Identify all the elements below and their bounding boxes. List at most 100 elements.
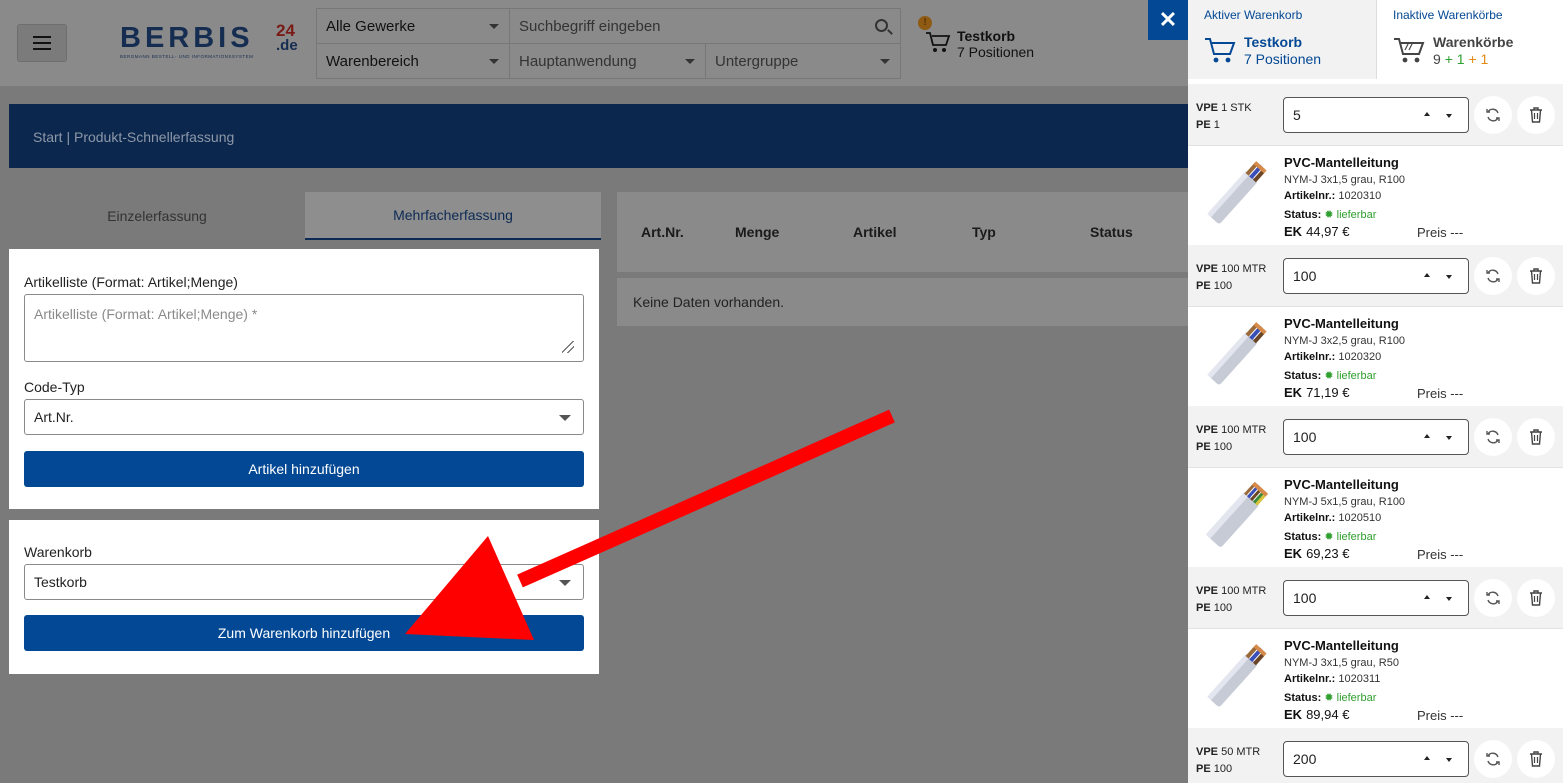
product-status: Status: ✹ lieferbar — [1284, 531, 1377, 543]
tab-active-cart[interactable]: Aktiver Warenkorb Testkorb 7 Positionen — [1188, 0, 1376, 79]
cart-product-item[interactable]: PVC-Mantelleitung NYM-J 5x1,5 grau, R100… — [1188, 468, 1563, 569]
active-cart-positions: 7 Positionen — [1244, 51, 1322, 67]
quantity-row: VPE 1 STK PE 1 5 — [1188, 84, 1563, 146]
delete-button[interactable] — [1517, 96, 1555, 134]
search-input[interactable]: Suchbegriff eingeben — [510, 9, 900, 44]
product-description: NYM-J 3x1,5 grau, R100 — [1284, 174, 1406, 186]
cart-product-item[interactable]: PVC-Mantelleitung NYM-J 3x1,5 grau, R100… — [1188, 146, 1563, 247]
active-cart-name: Testkorb — [1244, 34, 1303, 50]
stepper-down-icon[interactable] — [1446, 275, 1452, 279]
stepper-up-icon[interactable] — [1424, 595, 1430, 599]
tab-multi-entry[interactable]: Mehrfacherfassung — [305, 192, 601, 240]
product-name: PVC-Mantelleitung — [1284, 316, 1399, 331]
search-icon[interactable] — [875, 19, 888, 32]
code-type-label: Code-Typ — [24, 379, 85, 395]
refresh-button[interactable] — [1474, 579, 1512, 617]
stepper-up-icon[interactable] — [1424, 273, 1430, 277]
quantity-row: VPE 100 MTR PE 100 100 — [1188, 245, 1563, 307]
tab-inactive-carts[interactable]: Inaktive Warenkörbe Warenkörbe 9 + 1 + 1 — [1376, 0, 1563, 79]
header-cart-name: Testkorb — [957, 28, 1016, 44]
delete-button[interactable] — [1517, 418, 1555, 456]
quantity-stepper[interactable]: 100 — [1283, 258, 1469, 294]
code-type-select[interactable]: Art.Nr. — [24, 399, 584, 435]
search-placeholder: Suchbegriff eingeben — [519, 17, 661, 35]
cart-icon — [926, 32, 951, 52]
cart-product-item[interactable]: PVC-Mantelleitung NYM-J 3x1,5 grau, R50 … — [1188, 629, 1563, 730]
chevron-down-icon — [489, 59, 499, 64]
stepper-down-icon[interactable] — [1446, 436, 1452, 440]
sun-icon: ✹ — [1324, 209, 1334, 221]
refresh-button[interactable] — [1474, 418, 1512, 456]
column-header[interactable]: Typ — [972, 224, 996, 240]
chevron-down-icon — [559, 580, 571, 586]
product-ek-price: EK 69,23 € — [1284, 546, 1350, 561]
cart-empty-icon — [1394, 38, 1425, 63]
column-header[interactable]: Menge — [735, 224, 779, 240]
logo-word: BERBIS — [120, 22, 254, 54]
refresh-icon — [1486, 269, 1500, 283]
logo-tld: .de — [276, 37, 298, 54]
quantity-stepper[interactable]: 100 — [1283, 580, 1469, 616]
count-plus-orange: + 1 — [1468, 51, 1489, 67]
add-article-button[interactable]: Artikel hinzufügen — [24, 451, 584, 487]
delete-button[interactable] — [1517, 579, 1555, 617]
trade-select[interactable]: Alle Gewerke — [317, 9, 510, 44]
entry-tabs: Einzelerfassung Mehrfacherfassung — [9, 192, 601, 240]
close-panel-button[interactable]: ✕ — [1148, 0, 1188, 40]
menu-button[interactable] — [17, 24, 67, 62]
tab-single-entry[interactable]: Einzelerfassung — [9, 192, 305, 240]
add-to-cart-button[interactable]: Zum Warenkorb hinzufügen — [24, 615, 584, 651]
quantity-row: VPE 100 MTR PE 100 100 — [1188, 406, 1563, 468]
product-ek-price: EK 89,94 € — [1284, 707, 1350, 722]
quantity-value: 200 — [1293, 751, 1317, 767]
packing-unit: VPE 50 MTR PE 100 — [1196, 746, 1261, 775]
product-article-number: Artikelnr.: 1020311 — [1284, 673, 1381, 685]
quantity-value: 100 — [1293, 268, 1317, 284]
quantity-value: 100 — [1293, 590, 1317, 606]
resize-handle-icon[interactable] — [562, 341, 574, 353]
hamburger-icon — [33, 42, 51, 44]
berbis-logo[interactable]: BERBIS 24 .de BERGMANN BESTELL- UND INFO… — [120, 20, 300, 66]
area-select[interactable]: Warenbereich — [317, 44, 510, 79]
quantity-stepper[interactable]: 5 — [1283, 97, 1469, 133]
empty-message: Keine Daten vorhanden. — [633, 294, 784, 310]
area-select-value: Warenbereich — [326, 53, 419, 70]
main-use-select-value: Hauptanwendung — [519, 53, 637, 70]
sun-icon: ✹ — [1324, 531, 1334, 543]
product-description: NYM-J 5x1,5 grau, R100 — [1284, 496, 1406, 508]
main-use-select[interactable]: Hauptanwendung — [510, 44, 706, 79]
product-article-number: Artikelnr.: 1020310 — [1284, 190, 1382, 202]
article-list-textarea[interactable]: Artikelliste (Format: Artikel;Menge) * — [24, 294, 584, 362]
stepper-down-icon[interactable] — [1446, 114, 1452, 118]
refresh-button[interactable] — [1474, 257, 1512, 295]
stepper-down-icon[interactable] — [1446, 597, 1452, 601]
column-header[interactable]: Artikel — [853, 224, 897, 240]
subgroup-select[interactable]: Untergruppe — [706, 44, 900, 79]
quantity-value: 100 — [1293, 429, 1317, 445]
refresh-button[interactable] — [1474, 740, 1512, 778]
cable-product-image — [1207, 322, 1267, 385]
stepper-down-icon[interactable] — [1446, 758, 1452, 762]
trash-icon — [1530, 590, 1542, 606]
quantity-stepper[interactable]: 200 — [1283, 741, 1469, 777]
results-table-empty: Keine Daten vorhanden. — [617, 278, 1189, 326]
refresh-button[interactable] — [1474, 96, 1512, 134]
header-cart-positions: 7 Positionen — [957, 44, 1035, 60]
column-header[interactable]: Status — [1090, 224, 1133, 240]
sun-icon: ✹ — [1324, 692, 1334, 704]
breadcrumb[interactable]: Start | Produkt-Schnellerfassung — [33, 129, 234, 145]
article-list-placeholder: Artikelliste (Format: Artikel;Menge) * — [34, 306, 258, 322]
cart-select[interactable]: Testkorb — [24, 564, 584, 600]
cart-tabs: Aktiver Warenkorb Testkorb 7 Positionen … — [1188, 0, 1563, 79]
header-cart[interactable]: ! Testkorb 7 Positionen — [918, 16, 1118, 66]
cart-product-item[interactable]: PVC-Mantelleitung NYM-J 3x2,5 grau, R100… — [1188, 307, 1563, 408]
stepper-up-icon[interactable] — [1424, 756, 1430, 760]
quantity-stepper[interactable]: 100 — [1283, 419, 1469, 455]
quantity-row: VPE 100 MTR PE 100 100 — [1188, 567, 1563, 629]
delete-button[interactable] — [1517, 257, 1555, 295]
column-header[interactable]: Art.Nr. — [641, 224, 684, 240]
stepper-up-icon[interactable] — [1424, 434, 1430, 438]
delete-button[interactable] — [1517, 740, 1555, 778]
stepper-up-icon[interactable] — [1424, 112, 1430, 116]
trade-select-value: Alle Gewerke — [326, 17, 416, 35]
